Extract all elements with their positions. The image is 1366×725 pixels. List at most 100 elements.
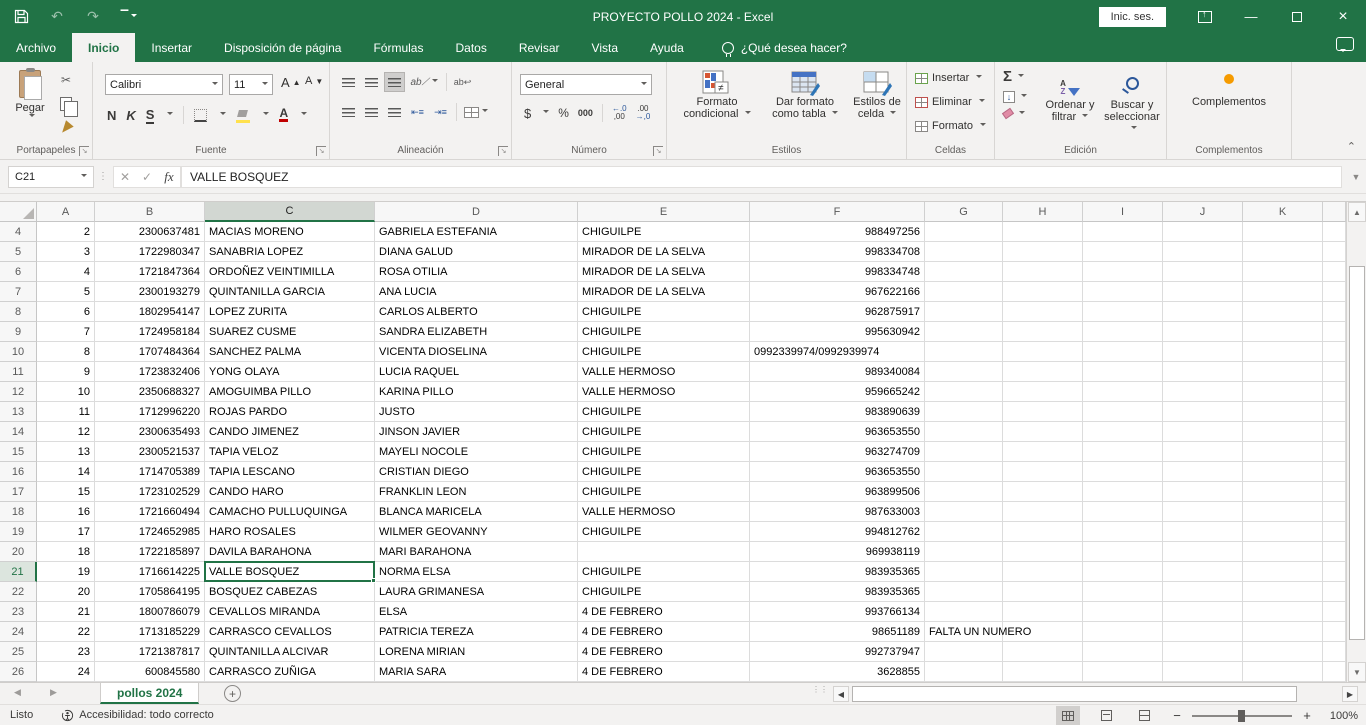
cell-E23[interactable]: 4 DE FEBRERO — [578, 602, 750, 622]
cell-F8[interactable]: 962875917 — [750, 302, 925, 322]
cell-I10[interactable] — [1083, 342, 1163, 362]
cell-H17[interactable] — [1003, 482, 1083, 502]
cell-A13[interactable]: 11 — [37, 402, 95, 422]
row-header-5[interactable]: 5 — [0, 242, 37, 262]
cell-F26[interactable]: 3628855 — [750, 662, 925, 682]
cell-B26[interactable]: 600845580 — [95, 662, 205, 682]
cell-F15[interactable]: 963274709 — [750, 442, 925, 462]
cell-B9[interactable]: 1724958184 — [95, 322, 205, 342]
view-page-break-button[interactable] — [1132, 706, 1156, 725]
font-name-select[interactable]: Calibri — [105, 74, 223, 95]
cell-B14[interactable]: 2300635493 — [95, 422, 205, 442]
cell-A12[interactable]: 10 — [37, 382, 95, 402]
cell-K24[interactable] — [1243, 622, 1323, 642]
cell-K23[interactable] — [1243, 602, 1323, 622]
cell-H19[interactable] — [1003, 522, 1083, 542]
cell-I21[interactable] — [1083, 562, 1163, 582]
cell-C20[interactable]: DAVILA BARAHONA — [205, 542, 375, 562]
cell-E25[interactable]: 4 DE FEBRERO — [578, 642, 750, 662]
cell-B6[interactable]: 1721847364 — [95, 262, 205, 282]
cell-E10[interactable]: CHIGUILPE — [578, 342, 750, 362]
cell-B15[interactable]: 2300521537 — [95, 442, 205, 462]
italic-button[interactable]: K — [126, 108, 135, 123]
cell-pad9[interactable] — [1323, 322, 1346, 342]
cell-D11[interactable]: LUCIA RAQUEL — [375, 362, 578, 382]
cancel-entry-icon[interactable]: ✕ — [114, 170, 136, 184]
cell-J23[interactable] — [1163, 602, 1243, 622]
cell-A22[interactable]: 20 — [37, 582, 95, 602]
cell-G8[interactable] — [925, 302, 1003, 322]
cell-C17[interactable]: CANDO HARO — [205, 482, 375, 502]
cell-C23[interactable]: CEVALLOS MIRANDA — [205, 602, 375, 622]
cell-D23[interactable]: ELSA — [375, 602, 578, 622]
cell-H15[interactable] — [1003, 442, 1083, 462]
cell-pad22[interactable] — [1323, 582, 1346, 602]
cell-E9[interactable]: CHIGUILPE — [578, 322, 750, 342]
format-painter-icon[interactable] — [58, 120, 74, 136]
cell-J12[interactable] — [1163, 382, 1243, 402]
cell-B20[interactable]: 1722185897 — [95, 542, 205, 562]
sheet-nav-next-icon[interactable]: ▶ — [50, 687, 57, 698]
cell-K7[interactable] — [1243, 282, 1323, 302]
cell-K10[interactable] — [1243, 342, 1323, 362]
cell-D22[interactable]: LAURA GRIMANESA — [375, 582, 578, 602]
cell-pad21[interactable] — [1323, 562, 1346, 582]
cell-E20[interactable] — [578, 542, 750, 562]
cell-G5[interactable] — [925, 242, 1003, 262]
cell-B19[interactable]: 1724652985 — [95, 522, 205, 542]
tab-f-rmulas[interactable]: Fórmulas — [357, 33, 439, 62]
insert-function-icon[interactable]: fx — [158, 169, 180, 185]
format-cells-button[interactable]: Formato — [915, 120, 986, 132]
cell-H14[interactable] — [1003, 422, 1083, 442]
cell-E6[interactable]: MIRADOR DE LA SELVA — [578, 262, 750, 282]
cell-pad17[interactable] — [1323, 482, 1346, 502]
cell-A24[interactable]: 22 — [37, 622, 95, 642]
cell-I15[interactable] — [1083, 442, 1163, 462]
cell-A5[interactable]: 3 — [37, 242, 95, 262]
cell-pad12[interactable] — [1323, 382, 1346, 402]
cell-C21[interactable]: VALLE BOSQUEZ — [205, 562, 375, 582]
vertical-scrollbar[interactable]: ▲ ▼ — [1346, 202, 1366, 682]
cell-F16[interactable]: 963653550 — [750, 462, 925, 482]
cell-pad4[interactable] — [1323, 222, 1346, 242]
cell-A10[interactable]: 8 — [37, 342, 95, 362]
column-header-F[interactable]: F — [750, 202, 925, 222]
cell-G26[interactable] — [925, 662, 1003, 682]
cell-K16[interactable] — [1243, 462, 1323, 482]
cell-H26[interactable] — [1003, 662, 1083, 682]
delete-cells-button[interactable]: Eliminar — [915, 96, 985, 108]
font-color-icon[interactable]: A — [279, 108, 288, 122]
cell-C25[interactable]: QUINTANILLA ALCIVAR — [205, 642, 375, 662]
increase-font-button[interactable]: A▲ — [281, 75, 301, 90]
sheet-tab-active[interactable]: pollos 2024 — [100, 683, 199, 704]
column-header-pad[interactable] — [1323, 202, 1346, 222]
cell-C10[interactable]: SANCHEZ PALMA — [205, 342, 375, 362]
cell-G23[interactable] — [925, 602, 1003, 622]
accounting-button[interactable]: $ — [524, 106, 531, 121]
new-sheet-button[interactable]: + — [224, 685, 241, 702]
cell-F12[interactable]: 959665242 — [750, 382, 925, 402]
cell-D4[interactable]: GABRIELA ESTEFANIA — [375, 222, 578, 242]
cell-E4[interactable]: CHIGUILPE — [578, 222, 750, 242]
cell-pad8[interactable] — [1323, 302, 1346, 322]
cell-G10[interactable] — [925, 342, 1003, 362]
row-header-19[interactable]: 19 — [0, 522, 37, 542]
font-dialog-launcher[interactable]: ↘ — [316, 146, 326, 156]
cell-D16[interactable]: CRISTIAN DIEGO — [375, 462, 578, 482]
copy-icon[interactable] — [58, 96, 74, 112]
cell-J8[interactable] — [1163, 302, 1243, 322]
tell-me-box[interactable]: ¿Qué desea hacer? — [722, 33, 847, 62]
cell-G7[interactable] — [925, 282, 1003, 302]
fill-button[interactable]: ↓ — [1003, 91, 1027, 103]
cell-D9[interactable]: SANDRA ELIZABETH — [375, 322, 578, 342]
cell-G24[interactable]: FALTA UN NUMERO — [925, 622, 1003, 642]
cell-H22[interactable] — [1003, 582, 1083, 602]
cell-J18[interactable] — [1163, 502, 1243, 522]
cell-H21[interactable] — [1003, 562, 1083, 582]
cell-pad14[interactable] — [1323, 422, 1346, 442]
cell-I11[interactable] — [1083, 362, 1163, 382]
sort-filter-button[interactable]: AZ Ordenar yfiltrar — [1039, 70, 1101, 123]
cell-G15[interactable] — [925, 442, 1003, 462]
cell-G22[interactable] — [925, 582, 1003, 602]
cell-H7[interactable] — [1003, 282, 1083, 302]
